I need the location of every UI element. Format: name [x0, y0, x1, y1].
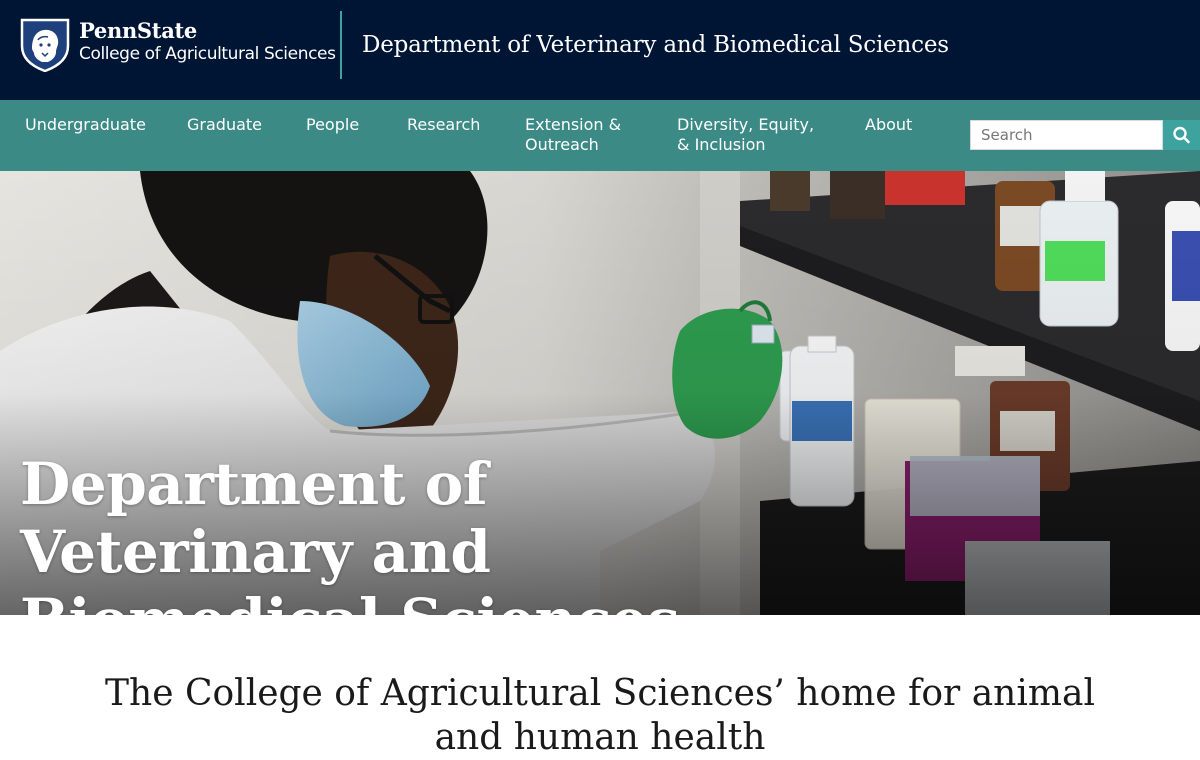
nav-item-undergraduate[interactable]: Undergraduate [25, 115, 146, 135]
main-navigation: Undergraduate Graduate People Research E… [0, 100, 1200, 171]
nav-item-extension-outreach[interactable]: Extension & Outreach [525, 115, 635, 155]
header-divider [340, 11, 342, 79]
nav-item-people[interactable]: People [306, 115, 359, 135]
nav-item-about[interactable]: About [865, 115, 912, 135]
search-input[interactable] [970, 120, 1163, 150]
department-title-link[interactable]: Department of Veterinary and Biomedical … [362, 29, 949, 61]
search-button[interactable] [1163, 120, 1200, 150]
nav-item-research[interactable]: Research [407, 115, 480, 135]
nav-item-diversity-equity-inclusion[interactable]: Diversity, Equity, & Inclusion [677, 115, 817, 155]
brand-college-name: College of Agricultural Sciences [79, 44, 336, 64]
hero-title: Department of Veterinary and Biomedical … [20, 450, 680, 615]
hero-banner: Department of Veterinary and Biomedical … [0, 171, 1200, 615]
nittany-lion-shield-icon [20, 18, 70, 72]
nav-item-graduate[interactable]: Graduate [187, 115, 262, 135]
brand-name: PennState [79, 18, 197, 43]
search-icon [1173, 126, 1190, 144]
site-header: PennState College of Agricultural Scienc… [0, 0, 1200, 100]
intro-tagline: The College of Agricultural Sciences’ ho… [105, 673, 1095, 758]
search-form [970, 120, 1200, 150]
